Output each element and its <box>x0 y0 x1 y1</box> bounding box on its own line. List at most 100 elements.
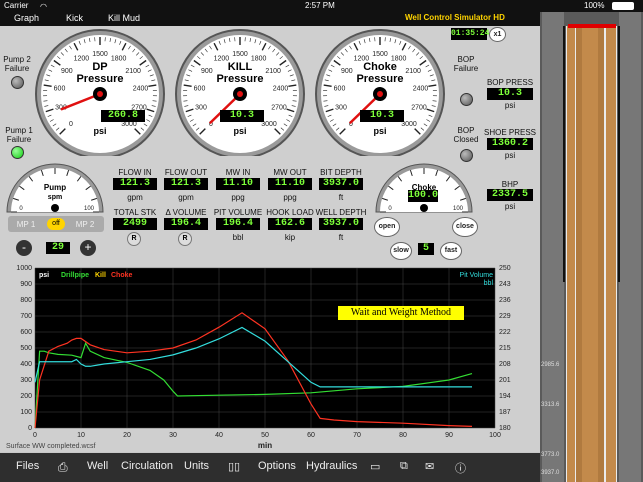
gauge-tick-label: 1500 <box>372 51 388 58</box>
pump-rate-increase-button[interactable]: + <box>80 240 96 256</box>
y-right-tick-label: 187 <box>499 409 511 416</box>
readout-unit: ft <box>338 193 344 202</box>
y-left-tick-label: 500 <box>20 345 32 352</box>
battery-icon <box>612 2 634 10</box>
status-bar: Carrier ◠ 2:57 PM 100% <box>0 0 643 12</box>
gauge-tick-label: 1800 <box>111 55 127 62</box>
choke-close-button[interactable]: close <box>452 217 478 237</box>
readout-label: WELL DEPTH <box>315 208 367 217</box>
legend-right-unit: bbl <box>484 280 494 287</box>
top-marker <box>568 24 616 28</box>
readout-value: 162.6 <box>268 218 312 230</box>
readout-unit: gpm <box>178 193 194 202</box>
readout-value: 196.4 <box>164 218 208 230</box>
bottom-toolbar: Files ⎙ Well Circulation Units ▯▯ Option… <box>0 453 540 482</box>
gauge-tick-label: 600 <box>334 86 346 93</box>
status-time: 2:57 PM <box>305 1 335 10</box>
x-tick-label: 60 <box>307 432 315 439</box>
toolbar-options[interactable]: Options <box>258 460 296 472</box>
pump-off-toggle[interactable]: off <box>47 218 65 230</box>
mp2-toggle[interactable]: MP 2 <box>70 220 100 229</box>
pump1-failure-label: Pump 1 Failure <box>5 126 33 144</box>
y-right-tick-label: 215 <box>499 345 511 352</box>
formation-left <box>542 12 564 482</box>
toolbar-files[interactable]: Files <box>16 460 39 472</box>
x-tick-label: 40 <box>215 432 223 439</box>
pump-rate-value: 29 <box>46 242 70 254</box>
toolbar-hydraulics[interactable]: Hydraulics <box>306 460 357 472</box>
gauge-title: Choke <box>363 61 397 73</box>
gauge-tick-label: 2700 <box>271 105 287 112</box>
readout-unit: ft <box>338 233 344 242</box>
menu-kick[interactable]: Kick <box>66 13 83 23</box>
y-right-tick-label: 250 <box>499 265 511 272</box>
app-title: Well Control Simulator HD <box>405 13 505 22</box>
gauge-tick-label: 2400 <box>133 86 149 93</box>
readout-value: 3937.0 <box>319 178 363 190</box>
x-tick-label: 70 <box>353 432 361 439</box>
gauge-title: Pressure <box>356 73 403 85</box>
video-icon[interactable]: ⧉ <box>400 460 408 473</box>
toolbar-circulation[interactable]: Circulation <box>121 460 173 472</box>
menu-kill-mud[interactable]: Kill Mud <box>108 13 140 23</box>
readout-value: 3937.0 <box>319 218 363 230</box>
gauge-tick-label: 900 <box>201 68 213 75</box>
y-left-tick-label: 1000 <box>16 265 32 272</box>
carrier-label: Carrier <box>4 1 29 10</box>
series-line-choke <box>34 312 473 429</box>
readout-value: 196.4 <box>216 218 260 230</box>
wellbore-diagram: 2985.6 3313.6 3773.0 3937.0 <box>540 12 643 482</box>
battery-percent: 100% <box>584 1 605 10</box>
gauge-tick-label: 2100 <box>265 68 281 75</box>
pipe-wall-right <box>598 26 604 482</box>
depth-label: 3773.0 <box>541 452 560 458</box>
inbox-icon[interactable]: ⎙ <box>58 460 68 475</box>
menu-graph[interactable]: Graph <box>14 13 39 23</box>
y-right-tick-label: 201 <box>499 377 511 384</box>
gauge-tick-label: 1200 <box>74 55 90 62</box>
depth-label: 3313.6 <box>541 402 560 408</box>
x-tick-label: 20 <box>123 432 131 439</box>
pump-gauge-hub <box>51 204 59 212</box>
wifi-icon: ◠ <box>40 2 47 11</box>
toolbar-well[interactable]: Well <box>87 460 108 472</box>
bop-failure-label: BOP Failure <box>453 55 479 73</box>
x-tick-label: 80 <box>399 432 407 439</box>
reset-button[interactable]: R <box>127 232 141 246</box>
gauge-title: Pressure <box>216 73 263 85</box>
gauge-tick-label: 900 <box>61 68 73 75</box>
gauge-tick-label: 2400 <box>273 86 289 93</box>
x-tick-label: 50 <box>261 432 269 439</box>
reset-button[interactable]: R <box>178 232 192 246</box>
choke-open-button[interactable]: open <box>374 217 400 237</box>
y-right-tick-label: 222 <box>499 329 511 336</box>
toolbar-units[interactable]: Units <box>184 460 209 472</box>
chat-icon[interactable]: ▭ <box>370 460 380 473</box>
pump-rate-decrease-button[interactable]: - <box>16 240 32 256</box>
choke-fast-button[interactable]: fast <box>440 242 462 260</box>
gauge-tick-label: 300 <box>335 105 347 112</box>
x-axis-label: min <box>258 441 272 450</box>
mp1-toggle[interactable]: MP 1 <box>12 220 40 229</box>
mail-icon[interactable]: ✉ <box>425 460 434 473</box>
readout-label: MW IN <box>225 168 251 177</box>
readout-label: HOOK LOAD <box>266 208 314 217</box>
x-tick-label: 100 <box>489 432 501 439</box>
y-left-tick-label: 400 <box>20 361 32 368</box>
gauge-tick-label: 600 <box>194 86 206 93</box>
depth-label: 3937.0 <box>541 470 560 476</box>
x-tick-label: 10 <box>77 432 85 439</box>
gauge-title: KILL <box>228 61 253 73</box>
y-right-tick-label: 236 <box>499 297 511 304</box>
bop-closed-label: BOP Closed <box>453 126 479 144</box>
columns-icon[interactable]: ▯▯ <box>228 460 240 473</box>
readout-label: FLOW IN <box>118 168 152 177</box>
choke-slow-button[interactable]: slow <box>390 242 412 260</box>
chart-footer: Surface WW completed.wcsf <box>6 443 96 450</box>
y-left-tick-label: 300 <box>20 377 32 384</box>
gauge-tick-label: 3000 <box>261 121 277 128</box>
bop-press-value: 10.3 <box>487 88 533 100</box>
speed-button[interactable]: x1 <box>489 27 506 42</box>
info-icon[interactable]: ⓘ <box>455 460 466 476</box>
shoe-press-value: 1360.2 <box>487 138 533 150</box>
